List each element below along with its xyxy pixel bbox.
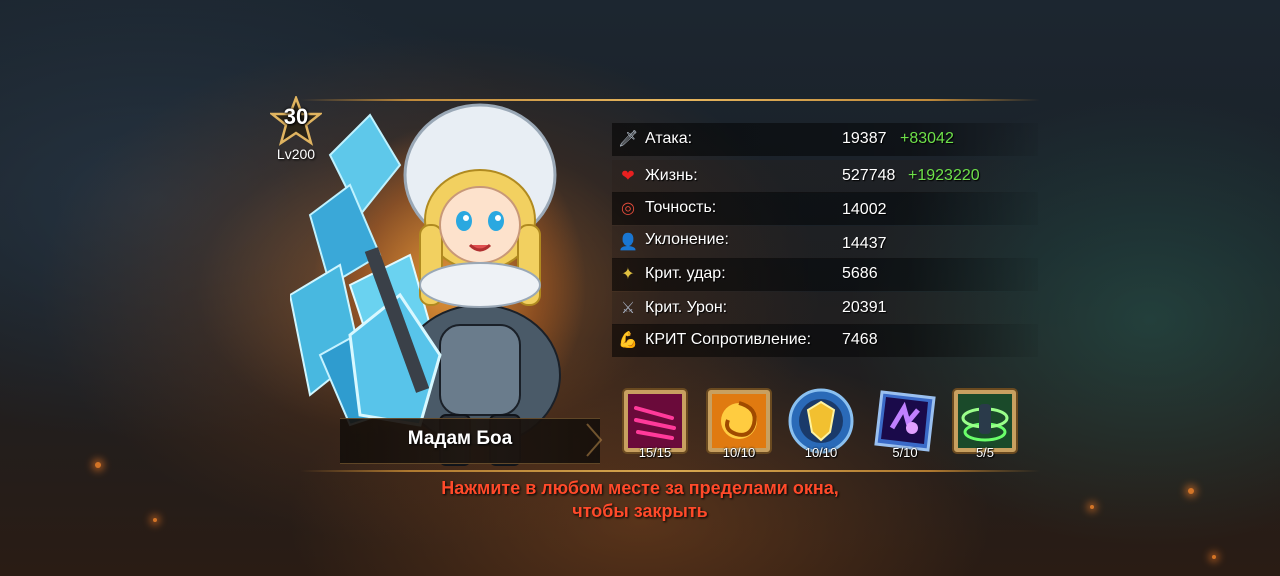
skill-level: 5/10: [892, 445, 918, 460]
stat-row-dodge: 👤 Уклонение: 14437: [612, 226, 1038, 259]
hero-name: Мадам Боа: [407, 428, 513, 449]
close-hint-line2: чтобы закрыть: [572, 501, 708, 521]
heart-icon: ❤: [621, 166, 635, 185]
hero-stars: 30: [283, 104, 309, 129]
skill-level: 15/15: [638, 445, 672, 460]
stat-row-crit-damage: ⚔ Крит. Урон: 20391: [612, 292, 1038, 325]
stat-row-accuracy: ◎ Точность: 14002: [612, 192, 1038, 225]
stat-label: Жизнь:: [645, 167, 698, 184]
stat-row-crit-strike: ✦ Крит. удар: 5686: [612, 258, 1038, 291]
stat-row-health: ❤ Жизнь: 527748 +1923220: [612, 160, 1038, 193]
ember-particle: [1212, 555, 1216, 559]
ember-particle: [1188, 488, 1194, 494]
skill-level: 5/5: [975, 445, 995, 460]
stat-value: 5686: [842, 265, 878, 282]
stat-label: Крит. удар:: [645, 265, 726, 282]
stat-label: Крит. Урон:: [645, 299, 728, 316]
stat-value: 527748: [842, 167, 896, 184]
stat-bonus: +83042: [900, 130, 954, 147]
ember-particle: [95, 462, 101, 468]
stat-value: 20391: [842, 299, 887, 316]
stat-row-crit-resist: 💪 КРИТ Сопротивление: 7468: [612, 324, 1038, 357]
close-hint-line1: Нажмите в любом месте за пределами окна,: [441, 478, 839, 498]
sword-icon: 🗡: [618, 129, 639, 148]
stat-value: 7468: [842, 331, 878, 348]
ember-particle: [153, 518, 157, 522]
stat-value: 19387: [842, 130, 887, 147]
hero-level: Lv200: [276, 146, 316, 162]
close-hint[interactable]: Нажмите в любом месте за пределами окна,…: [340, 477, 940, 523]
stat-value: 14437: [842, 235, 887, 252]
skill-level: 10/10: [804, 445, 838, 460]
dodge-icon: 👤: [618, 232, 638, 251]
stat-label: Уклонение:: [645, 231, 729, 248]
crit-strike-icon: ✦: [621, 264, 635, 283]
stat-row-attack: 🗡 Атака: 19387 +83042: [612, 123, 1038, 156]
target-icon: ◎: [621, 198, 635, 217]
stat-label: КРИТ Сопротивление:: [645, 331, 812, 348]
stat-value: 14002: [842, 201, 887, 218]
stat-bonus: +1923220: [908, 167, 980, 184]
chevron-right-icon: [586, 423, 603, 457]
stat-label: Атака:: [645, 130, 693, 147]
skill-level: 10/10: [722, 445, 756, 460]
crit-resist-icon: 💪: [618, 330, 638, 349]
stat-label: Точность:: [645, 199, 717, 216]
ember-particle: [1090, 505, 1094, 509]
crit-damage-icon: ⚔: [620, 298, 636, 317]
